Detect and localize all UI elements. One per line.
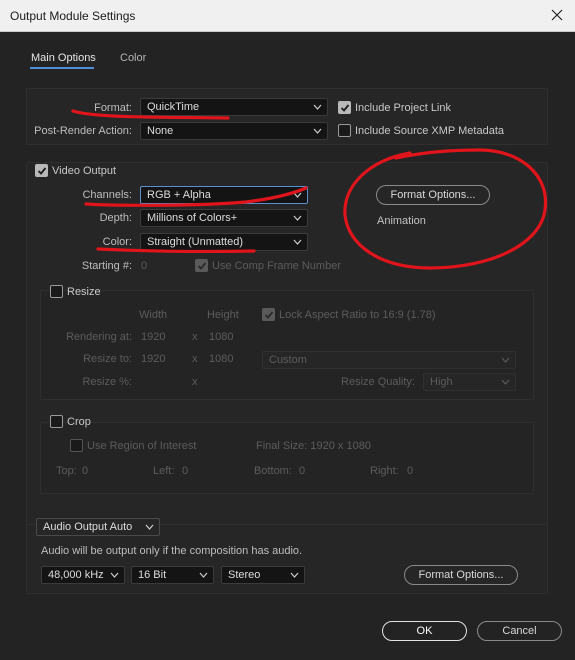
chevron-down-icon [501, 379, 510, 385]
check-icon [37, 167, 47, 175]
active-tab-indicator [30, 67, 94, 69]
resize-checkbox[interactable] [50, 285, 63, 298]
audio-channels-value: Stereo [228, 569, 261, 581]
codec-text: Animation [377, 215, 426, 227]
rendering-height: 1080 [209, 331, 234, 343]
include-project-link-checkbox[interactable] [338, 101, 351, 114]
include-project-link-label: Include Project Link [355, 102, 451, 114]
sample-rate-value: 48,000 kHz [48, 569, 104, 581]
depth-label: Depth: [99, 212, 132, 224]
chevron-down-icon [293, 215, 302, 221]
chevron-down-icon [145, 524, 154, 530]
color-label: Color: [102, 236, 132, 248]
crop-top-label: Top: [56, 465, 77, 477]
color-value: Straight (Unmatted) [147, 236, 243, 248]
crop-label: Crop [67, 416, 91, 428]
cancel-button[interactable]: Cancel [477, 621, 562, 641]
tab-color[interactable]: Color [120, 52, 146, 64]
audio-output-dropdown[interactable]: Audio Output Auto [36, 518, 160, 536]
audio-output-value: Audio Output Auto [43, 521, 133, 533]
post-render-dropdown[interactable]: None [140, 122, 328, 140]
resize-percent-label: Resize %: [82, 376, 132, 388]
chevron-down-icon [290, 572, 299, 578]
crop-left-value[interactable]: 0 [182, 465, 188, 477]
lock-aspect-label: Lock Aspect Ratio to 16:9 (1.78) [279, 309, 436, 321]
chevron-down-icon [313, 104, 322, 110]
depth-value: Millions of Colors+ [147, 212, 238, 224]
audio-note: Audio will be output only if the composi… [41, 545, 303, 557]
x-separator: x [192, 376, 198, 388]
chevron-down-icon [293, 192, 302, 198]
format-dropdown[interactable]: QuickTime [140, 98, 328, 116]
crop-right-value[interactable]: 0 [407, 465, 413, 477]
crop-right-label: Right: [370, 465, 399, 477]
chevron-down-icon [501, 357, 510, 363]
crop-top-value[interactable]: 0 [82, 465, 88, 477]
channels-label: Channels: [82, 189, 132, 201]
depth-dropdown[interactable]: Millions of Colors+ [140, 209, 308, 227]
resize-quality-label: Resize Quality: [341, 376, 415, 388]
dialog-body: Main Options Color Format: QuickTime Inc… [0, 32, 575, 660]
include-xmp-checkbox[interactable] [338, 124, 351, 137]
starting-value[interactable]: 0 [141, 260, 147, 272]
resize-to-label: Resize to: [83, 353, 132, 365]
window-title: Output Module Settings [10, 9, 136, 23]
starting-label: Starting #: [81, 260, 132, 272]
lock-aspect-checkbox[interactable] [262, 308, 275, 321]
crop-bottom-label: Bottom: [254, 465, 292, 477]
use-comp-frame-label: Use Comp Frame Number [212, 260, 341, 272]
crop-group [40, 422, 534, 494]
video-output-checkbox[interactable] [35, 164, 48, 177]
width-header: Width [139, 309, 168, 321]
rendering-width: 1920 [141, 331, 166, 343]
use-roi-checkbox[interactable] [70, 439, 83, 452]
audio-format-options-button[interactable]: Format Options... [404, 565, 518, 585]
height-header: Height [207, 309, 239, 321]
use-comp-frame-checkbox[interactable] [195, 259, 208, 272]
channels-dropdown[interactable]: RGB + Alpha [140, 186, 308, 204]
post-render-value: None [147, 125, 174, 137]
include-xmp-label: Include Source XMP Metadata [355, 125, 504, 137]
bit-depth-value: 16 Bit [138, 569, 167, 581]
close-icon[interactable] [548, 6, 566, 24]
x-separator: x [192, 331, 198, 343]
format-label: Format: [94, 102, 132, 114]
chevron-down-icon [293, 239, 302, 245]
video-format-options-button[interactable]: Format Options... [376, 185, 490, 205]
format-value: QuickTime [147, 101, 200, 113]
rendering-at-label: Rendering at: [65, 331, 132, 343]
ok-button[interactable]: OK [382, 621, 467, 641]
tab-main-options[interactable]: Main Options [31, 52, 96, 64]
sample-rate-dropdown[interactable]: 48,000 kHz [41, 566, 125, 584]
audio-channels-dropdown[interactable]: Stereo [221, 566, 305, 584]
chevron-down-icon [313, 128, 322, 134]
resize-width[interactable]: 1920 [141, 353, 165, 365]
check-icon [264, 311, 274, 319]
title-bar: Output Module Settings [0, 0, 575, 32]
crop-left-label: Left: [153, 465, 175, 477]
resize-quality-value: High [430, 376, 453, 388]
resize-height[interactable]: 1080 [209, 353, 233, 365]
final-size-text: Final Size: 1920 x 1080 [256, 440, 371, 452]
channels-value: RGB + Alpha [147, 189, 211, 201]
chevron-down-icon [199, 572, 208, 578]
video-output-label: Video Output [52, 165, 117, 177]
resize-label: Resize [67, 286, 101, 298]
check-icon [340, 104, 350, 112]
resize-quality-dropdown[interactable]: High [423, 373, 516, 391]
resize-preset-dropdown[interactable]: Custom [262, 351, 516, 369]
post-render-label: Post-Render Action: [34, 125, 132, 137]
use-roi-label: Use Region of Interest [87, 440, 197, 452]
crop-checkbox[interactable] [50, 415, 63, 428]
resize-preset-value: Custom [269, 354, 307, 366]
color-dropdown[interactable]: Straight (Unmatted) [140, 233, 308, 251]
x-separator: x [192, 353, 198, 365]
chevron-down-icon [110, 572, 119, 578]
bit-depth-dropdown[interactable]: 16 Bit [131, 566, 214, 584]
crop-bottom-value[interactable]: 0 [299, 465, 305, 477]
check-icon [197, 262, 207, 270]
